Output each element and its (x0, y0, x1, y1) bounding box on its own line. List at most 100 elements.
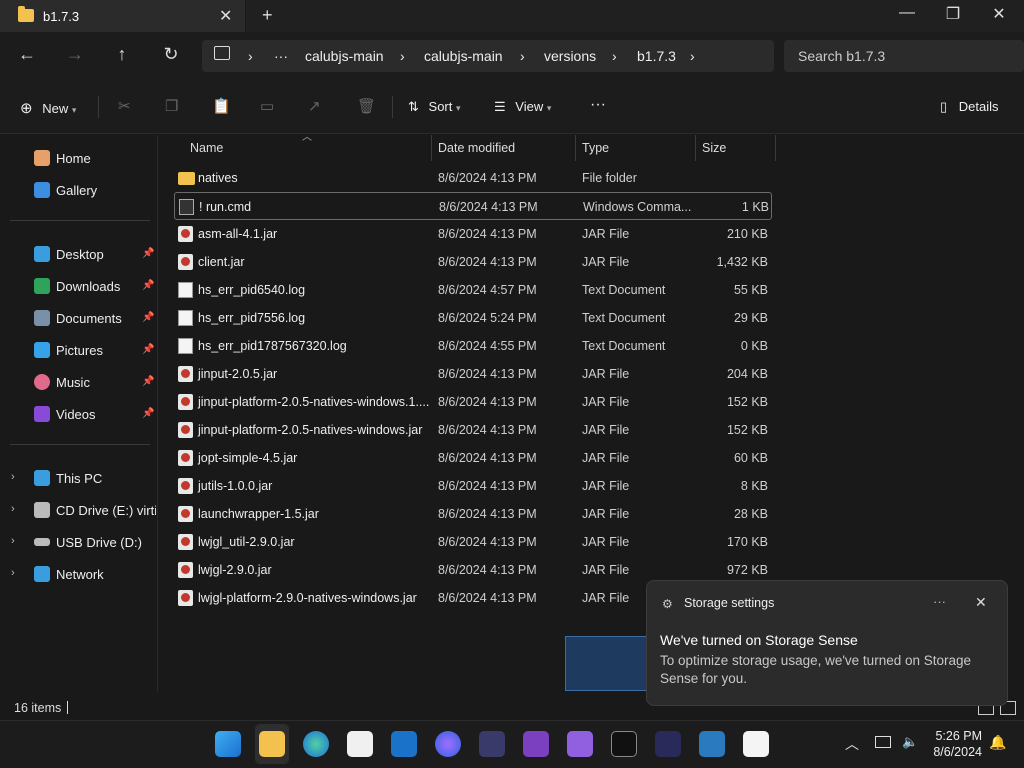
notification-more-button[interactable]: ··· (933, 594, 946, 609)
sidebar-item-label: Videos (56, 407, 96, 422)
file-row[interactable]: launchwrapper-1.5.jar 8/6/2024 4:13 PM JAR… (174, 500, 772, 528)
file-type: JAR File (582, 255, 630, 269)
column-divider[interactable] (775, 135, 776, 161)
search-input[interactable]: Search b1.7.3 (784, 40, 1024, 72)
column-divider[interactable] (575, 135, 576, 161)
file-row[interactable]: lwjgl_util-2.9.0.jar 8/6/2024 4:13 PM JAR … (174, 528, 772, 556)
file-explorer-icon[interactable] (259, 731, 285, 757)
clock-time[interactable]: 5:26 PM (930, 729, 982, 743)
notification-title: We've turned on Storage Sense (660, 632, 858, 648)
notification-close-button[interactable]: ✕ (975, 594, 987, 611)
java-icon[interactable] (743, 731, 769, 757)
app-icon-landscape[interactable] (699, 731, 725, 757)
file-name: client.jar (198, 255, 245, 269)
tab-close-button[interactable]: ✕ (219, 6, 232, 26)
cut-icon[interactable]: ✂ (118, 97, 131, 115)
file-row[interactable]: jutils-1.0.0.jar 8/6/2024 4:13 PM JAR File… (174, 472, 772, 500)
file-size: 8 KB (740, 479, 768, 493)
outlook-icon[interactable] (391, 731, 417, 757)
breadcrumb-overflow[interactable]: ··· (274, 48, 288, 64)
copy-icon[interactable]: ❐ (165, 97, 178, 115)
sidebar-item-label: Network (56, 567, 104, 582)
delete-icon[interactable]: 🗑 (357, 97, 376, 115)
file-row[interactable]: client.jar 8/6/2024 4:13 PM JAR File 1,432 … (174, 248, 772, 276)
breadcrumb-item[interactable]: calubjs-main (424, 48, 503, 64)
file-name: hs_err_pid1787567320.log (198, 339, 347, 353)
column-divider[interactable] (695, 135, 696, 161)
chevron-icon: › (400, 48, 405, 64)
breadcrumb-item[interactable]: calubjs-main (305, 48, 384, 64)
sidebar-item-label: This PC (56, 471, 103, 486)
file-row[interactable]: jinput-platform-2.0.5-natives-windows.1.… (174, 388, 772, 416)
file-size: 1 KB (741, 200, 769, 214)
share-icon[interactable]: ↗ (308, 97, 321, 115)
file-row[interactable]: natives 8/6/2024 4:13 PM File folder (174, 164, 772, 192)
up-button[interactable]: ↑ (107, 44, 137, 65)
pc-icon (34, 470, 50, 486)
view-button[interactable]: ☰ View ▾ (494, 99, 551, 115)
file-date: 8/6/2024 4:13 PM (438, 227, 537, 241)
edge-browser-icon[interactable] (303, 731, 329, 757)
file-row[interactable]: hs_err_pid7556.log 8/6/2024 5:24 PM Text D… (174, 304, 772, 332)
tab-b1.7.3[interactable]: b1.7.3 ✕ (0, 0, 246, 32)
close-window-button[interactable]: ✕ (984, 4, 1014, 24)
sort-button[interactable]: ⇅ Sort ▾ (408, 99, 461, 115)
file-row[interactable]: hs_err_pid6540.log 8/6/2024 4:57 PM Text D… (174, 276, 772, 304)
expand-chevron-icon[interactable]: › (11, 503, 15, 515)
minimize-button[interactable]: — (892, 4, 922, 22)
tray-overflow-chevron-icon[interactable]: ︿ (845, 734, 859, 754)
file-row[interactable]: jinput-platform-2.0.5-natives-windows.ja… (174, 416, 772, 444)
address-bar[interactable]: › ··· calubjs-main › calubjs-main › vers… (202, 40, 774, 72)
terminal-icon[interactable] (611, 731, 637, 757)
breadcrumb-item[interactable]: b1.7.3 (637, 48, 676, 64)
expand-chevron-icon[interactable]: › (11, 471, 15, 483)
store-icon[interactable] (347, 731, 373, 757)
app-icon-prism[interactable] (479, 731, 505, 757)
chevron-icon: › (248, 48, 253, 64)
breadcrumb-item[interactable]: versions (544, 48, 596, 64)
expand-chevron-icon[interactable]: › (11, 535, 15, 547)
file-type: JAR File (582, 535, 630, 549)
sidebar-item-label: Pictures (56, 343, 103, 358)
new-tab-button[interactable]: + (262, 5, 273, 26)
app-icon-cube[interactable] (567, 731, 593, 757)
start-button-icon[interactable] (215, 731, 241, 757)
powershell-icon[interactable] (655, 731, 681, 757)
file-size: 210 KB (726, 227, 768, 241)
refresh-button[interactable]: ↻ (156, 44, 186, 65)
more-options-button[interactable]: ··· (590, 96, 606, 114)
column-divider[interactable] (431, 135, 432, 161)
file-row[interactable]: hs_err_pid1787567320.log 8/6/2024 4:55 PM… (174, 332, 772, 360)
clock-date[interactable]: 8/6/2024 (930, 745, 982, 759)
firefox-icon[interactable] (435, 731, 461, 757)
rename-icon[interactable]: ▭ (260, 97, 274, 115)
maximize-button[interactable]: ❐ (938, 4, 968, 24)
file-row[interactable]: jinput-2.0.5.jar 8/6/2024 4:13 PM JAR File… (174, 360, 772, 388)
file-row[interactable]: asm-all-4.1.jar 8/6/2024 4:13 PM JAR File 2… (174, 220, 772, 248)
file-size: 0 KB (740, 339, 768, 353)
sidebar-item-label: Home (56, 151, 91, 166)
file-size: 152 KB (726, 423, 768, 437)
file-row[interactable]: ! run.cmd 8/6/2024 4:13 PM Windows Comma..… (174, 192, 772, 220)
text-file-icon (178, 338, 193, 354)
storage-sense-notification[interactable]: ⚙ Storage settings ··· ✕ We've turned on… (646, 580, 1008, 706)
volume-icon[interactable]: 🔈 (902, 734, 918, 750)
file-name: ! run.cmd (199, 200, 252, 214)
divider (10, 220, 150, 221)
notification-bell-icon[interactable]: 🔔 (989, 734, 1006, 751)
back-button[interactable]: ← (12, 44, 42, 65)
file-row[interactable]: jopt-simple-4.5.jar 8/6/2024 4:13 PM JAR F… (174, 444, 772, 472)
forward-button[interactable]: → (60, 44, 90, 65)
network-status-icon[interactable] (875, 736, 891, 748)
sidebar-item-cd-drive[interactable]: CD Drive (E:) virtio- (34, 500, 156, 526)
file-date: 8/6/2024 4:13 PM (438, 255, 537, 269)
new-button[interactable]: ⊕ New ▾ (20, 99, 76, 117)
app-icon-monster[interactable] (523, 731, 549, 757)
downloads-icon (34, 278, 50, 294)
file-name: natives (198, 171, 238, 185)
details-button[interactable]: ▯ Details (940, 99, 999, 115)
expand-chevron-icon[interactable]: › (11, 567, 15, 579)
file-type: Text Document (582, 283, 666, 297)
chevron-icon: › (520, 48, 525, 64)
paste-icon[interactable]: 📋 (212, 97, 231, 115)
